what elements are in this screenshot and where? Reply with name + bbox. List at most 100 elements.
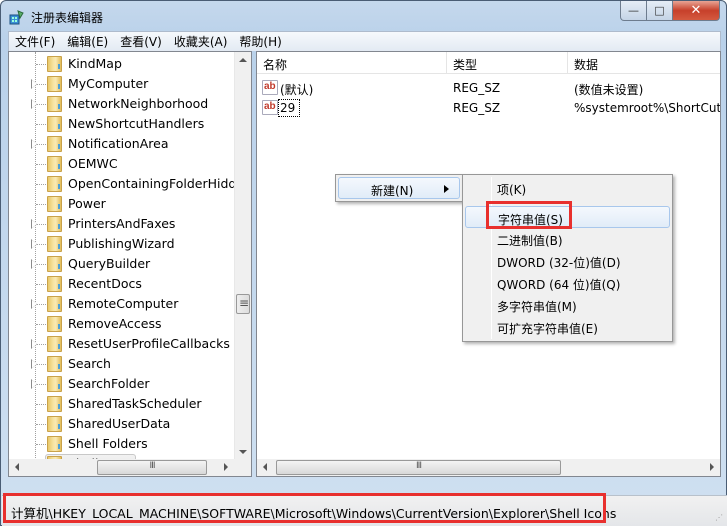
- string-value-icon: ab: [262, 100, 278, 115]
- tree-item-label: OpenContainingFolderHidde: [68, 176, 245, 191]
- submenu-item-multi-string-value[interactable]: 多字符串值(M): [465, 294, 670, 316]
- scroll-down-icon[interactable]: [239, 450, 247, 454]
- tree-vertical-scroll-thumb[interactable]: [236, 294, 250, 314]
- tree-connector: [36, 104, 46, 105]
- folder-icon: [47, 116, 62, 132]
- tree-item[interactable]: NotificationArea: [9, 134, 234, 154]
- tree-item[interactable]: SearchFolder: [9, 374, 234, 394]
- tree-connector: [36, 164, 46, 165]
- menu-favorites[interactable]: 收藏夹(A): [168, 33, 234, 50]
- folder-icon: [47, 356, 62, 372]
- list-horizontal-scroll-thumb[interactable]: [276, 460, 561, 475]
- tree-item[interactable]: ResetUserProfileCallbacks: [9, 334, 234, 354]
- menu-item-label: 项(K): [497, 183, 527, 197]
- submenu-item-expandable-string-value[interactable]: 可扩充字符串值(E): [465, 316, 670, 338]
- tree-connector: [36, 364, 46, 365]
- column-divider[interactable]: [567, 52, 568, 74]
- scroll-left-icon[interactable]: [263, 463, 267, 471]
- tree-connector: [36, 444, 46, 445]
- tree-item-label: QueryBuilder: [68, 256, 151, 271]
- tree-item[interactable]: OpenContainingFolderHidde: [9, 174, 244, 194]
- menu-item-label: DWORD (32-位)值(D): [497, 256, 621, 270]
- tree-item[interactable]: SharedUserData: [9, 414, 234, 434]
- context-menu-item-new[interactable]: 新建(N): [338, 177, 460, 199]
- menu-help[interactable]: 帮助(H): [233, 33, 287, 50]
- menu-file[interactable]: 文件(F): [9, 33, 61, 50]
- tree-item-label: ResetUserProfileCallbacks: [68, 336, 230, 351]
- tree-item-label: RemoteComputer: [68, 296, 179, 311]
- tree-item[interactable]: SharedTaskScheduler: [9, 394, 234, 414]
- expand-arrow-fill: [32, 380, 37, 388]
- tree-item[interactable]: QueryBuilder: [9, 254, 234, 274]
- submenu-item-key[interactable]: 项(K): [465, 177, 670, 199]
- value-data: %systemroot%\ShortCut.: [574, 101, 721, 115]
- submenu-item-dword-value[interactable]: DWORD (32-位)值(D): [465, 250, 670, 272]
- highlight-annotation-path: [3, 493, 606, 523]
- tree-item-label: Power: [68, 196, 106, 211]
- tree-item[interactable]: Power: [9, 194, 234, 214]
- tree-item[interactable]: PrintersAndFaxes: [9, 214, 234, 234]
- menu-view[interactable]: 查看(V): [114, 33, 168, 50]
- scroll-right-icon[interactable]: [710, 463, 714, 471]
- value-row[interactable]: ab (默认) REG_SZ (数值未设置): [257, 78, 717, 98]
- tree-item[interactable]: Search: [9, 354, 234, 374]
- tree-connector: [36, 344, 46, 345]
- menu-item-label: 新建(N): [371, 184, 414, 198]
- folder-icon: [47, 76, 62, 92]
- tree-item[interactable]: MyComputer: [9, 74, 234, 94]
- folder-icon: [47, 156, 62, 172]
- submenu-item-qword-value[interactable]: QWORD (64 位)值(Q): [465, 272, 670, 294]
- maximize-button[interactable]: □: [647, 1, 673, 21]
- tree-connector: [36, 304, 46, 305]
- tree-vertical-scrollbar[interactable]: [234, 52, 251, 460]
- folder-icon: [47, 316, 62, 332]
- tree-item[interactable]: KindMap: [9, 54, 234, 74]
- tree-horizontal-scrollbar[interactable]: [9, 459, 234, 476]
- tree-connector: [36, 384, 46, 385]
- tree-item-label: PrintersAndFaxes: [68, 216, 176, 231]
- tree-item[interactable]: RemoveAccess: [9, 314, 234, 334]
- tree-item[interactable]: NewShortcutHandlers: [9, 114, 234, 134]
- column-header-data[interactable]: 数据: [574, 56, 598, 73]
- submenu-arrow-icon: [444, 185, 449, 193]
- tree-item[interactable]: OEMWC: [9, 154, 234, 174]
- tree-item-label: RecentDocs: [68, 276, 142, 291]
- list-horizontal-scrollbar[interactable]: [257, 459, 720, 476]
- tree-horizontal-scroll-thumb[interactable]: [97, 460, 207, 475]
- tree-connector: [36, 224, 46, 225]
- menu-item-label: 可扩充字符串值(E): [497, 322, 598, 336]
- scrollbar-corner: [234, 459, 251, 476]
- menu-edit[interactable]: 编辑(E): [61, 33, 114, 50]
- tree-item-label: Shell Folders: [68, 436, 148, 451]
- tree-item[interactable]: Shell Folders: [9, 434, 234, 454]
- column-divider[interactable]: [446, 52, 447, 74]
- tree-item[interactable]: PublishingWizard: [9, 234, 234, 254]
- window-title: 注册表编辑器: [31, 10, 104, 25]
- tree-item[interactable]: NetworkNeighborhood: [9, 94, 234, 114]
- value-row[interactable]: ab 29 REG_SZ %systemroot%\ShortCut.: [257, 98, 720, 118]
- folder-icon: [47, 176, 62, 192]
- close-icon: ✕: [690, 3, 702, 18]
- folder-icon: [47, 276, 62, 292]
- tree-item-label: RemoveAccess: [68, 316, 162, 331]
- minimize-button[interactable]: —: [620, 1, 647, 21]
- value-data: (数值未设置): [574, 83, 644, 97]
- value-type: REG_SZ: [453, 81, 501, 95]
- tree-item[interactable]: RecentDocs: [9, 274, 234, 294]
- expand-arrow-fill: [32, 260, 37, 268]
- scroll-left-icon[interactable]: [15, 463, 19, 471]
- scroll-up-icon[interactable]: [239, 58, 247, 62]
- column-header-name[interactable]: 名称: [263, 56, 287, 73]
- close-button[interactable]: ✕: [673, 1, 720, 21]
- tree-item-label: PublishingWizard: [68, 236, 175, 251]
- folder-icon: [47, 136, 62, 152]
- resize-grip-icon[interactable]: ⋰: [715, 513, 723, 522]
- expand-arrow-fill: [32, 340, 37, 348]
- tree-item-label: NewShortcutHandlers: [68, 116, 205, 131]
- column-header-type[interactable]: 类型: [453, 56, 477, 73]
- registry-editor-window: 注册表编辑器 — □ ✕ 文件(F) 编辑(E) 查看(V) 收藏夹(A) 帮助…: [0, 0, 727, 526]
- tree-item[interactable]: RemoteComputer: [9, 294, 234, 314]
- tree-connector: [36, 424, 46, 425]
- scroll-right-icon[interactable]: [224, 463, 228, 471]
- submenu-item-binary-value[interactable]: 二进制值(B): [465, 228, 670, 250]
